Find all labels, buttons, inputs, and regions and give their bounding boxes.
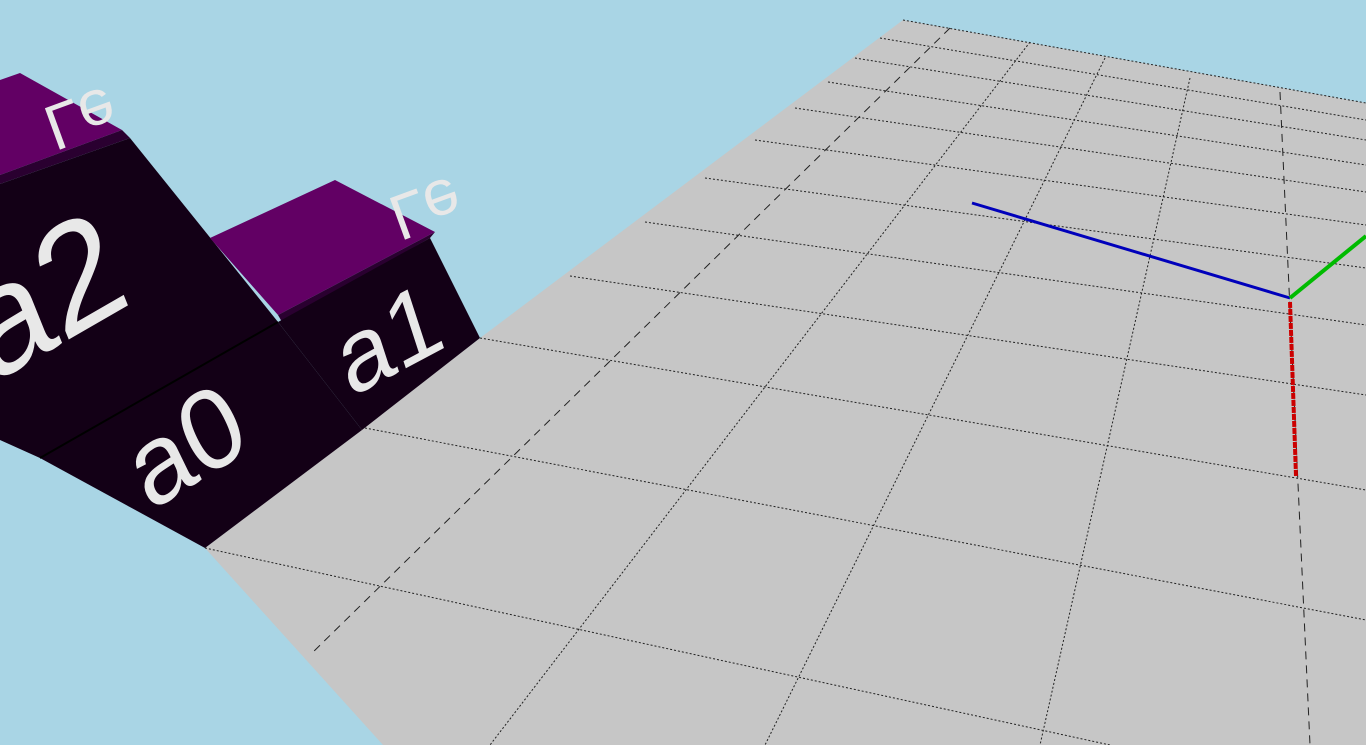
3d-viewport[interactable]: a2 Le a0 a1 Le Le: [0, 0, 1366, 745]
